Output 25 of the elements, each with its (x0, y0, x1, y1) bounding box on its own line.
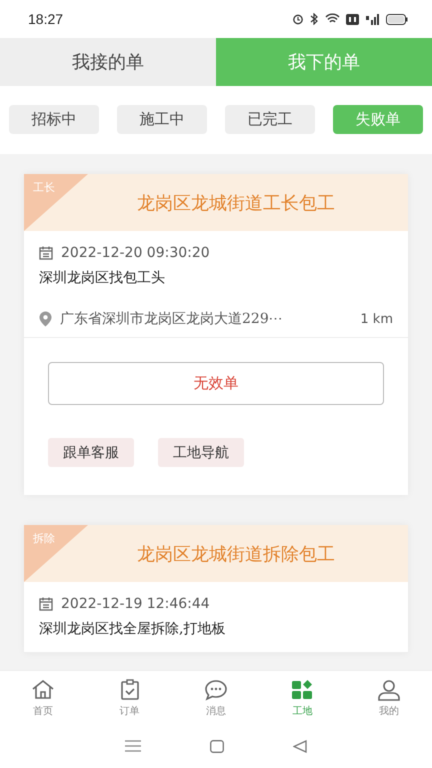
filter-chip[interactable]: 招标中 (9, 105, 99, 134)
nav-tab[interactable]: 首页 (13, 671, 74, 724)
action-button[interactable]: 工地导航 (158, 438, 244, 467)
order-title: 龙岗区龙城街道拆除包工 (137, 542, 335, 566)
nav-tab[interactable]: 我的 (358, 671, 419, 724)
filter-chip[interactable]: 已完工 (225, 105, 315, 134)
nav-tab[interactable]: 消息 (186, 671, 246, 724)
order-date: 2022-12-20 09:30:20 (61, 245, 210, 261)
action-button[interactable]: 跟单客服 (48, 438, 134, 467)
nav-tab[interactable]: 订单 (100, 671, 160, 724)
order-date: 2022-12-19 12:46:44 (61, 596, 210, 612)
tag-label: 拆除 (33, 531, 55, 546)
status-time: 18:27 (28, 11, 64, 27)
tab[interactable]: 我下的单 (216, 38, 432, 86)
filter-chip[interactable]: 失败单 (333, 105, 423, 134)
tag-label: 工长 (33, 180, 55, 195)
invalid-order-button[interactable]: 无效单 (48, 362, 384, 405)
nav-tab[interactable]: 工地 (272, 671, 332, 724)
order-description: 深圳龙岗区找包工头 (39, 269, 166, 287)
order-description: 深圳龙岗区找全屋拆除,打地板 (39, 620, 226, 638)
distance: 1 km (360, 312, 393, 326)
filter-chip[interactable]: 施工中 (117, 105, 207, 134)
order-title: 龙岗区龙城街道工长包工 (137, 192, 335, 214)
tab[interactable]: 我接的单 (0, 38, 216, 86)
order-address: 广东省深圳市龙岗区龙岗大道229⋯ (60, 310, 284, 328)
